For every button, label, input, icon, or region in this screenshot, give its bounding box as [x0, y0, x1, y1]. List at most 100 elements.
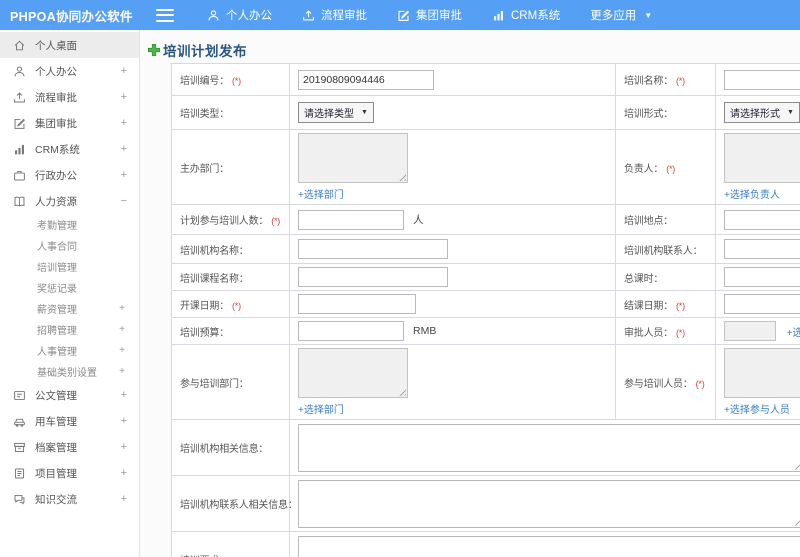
sidebar: 个人桌面 个人办公 + 流程审批 + 集团审批 + CRM系统 + 行政办公 +…: [0, 30, 140, 557]
org-contact-label: 培训机构联系人：: [615, 234, 716, 264]
host-dept-label: 主办部门：: [171, 129, 290, 205]
expand-icon[interactable]: +: [121, 493, 127, 505]
chat-icon: [12, 492, 27, 507]
expand-icon[interactable]: +: [121, 91, 127, 103]
training-name-input[interactable]: [724, 69, 800, 90]
expand-icon[interactable]: +: [121, 441, 127, 453]
book-icon: [12, 194, 27, 209]
budget-label: 培训预算：: [171, 317, 290, 345]
join-person-label: 参与培训人员： (*): [615, 344, 716, 420]
training-mode-select[interactable]: 请选择形式 ▼: [724, 102, 800, 123]
sidebar-subitem-base-category[interactable]: 基础类别设置 +: [0, 361, 139, 382]
form-row: 培训机构名称： 培训机构联系人：: [171, 234, 800, 264]
home-icon: [12, 38, 27, 53]
expand-icon[interactable]: +: [121, 169, 127, 181]
user-icon: [12, 64, 27, 79]
sidebar-subitem-personnel[interactable]: 人事管理 +: [0, 340, 139, 361]
topnav-more-apps[interactable]: 更多应用 ▼: [590, 7, 652, 23]
sidebar-subitem-salary[interactable]: 薪资管理 +: [0, 298, 139, 319]
total-hours-input[interactable]: [724, 267, 800, 287]
approver-label: 审批人员： (*): [615, 317, 716, 345]
resize-handle[interactable]: [397, 172, 406, 181]
select-join-dept-link[interactable]: +选择部门: [298, 401, 607, 416]
sidebar-item-personal-office[interactable]: 个人办公 +: [0, 58, 139, 84]
expand-icon[interactable]: +: [121, 467, 127, 479]
budget-input[interactable]: [298, 321, 404, 341]
expand-icon[interactable]: +: [119, 345, 125, 356]
sidebar-item-personal-desktop[interactable]: 个人桌面: [0, 32, 139, 58]
approver-box[interactable]: [724, 321, 776, 341]
sidebar-subitem-training[interactable]: 培训管理: [0, 256, 139, 277]
topnav-crm[interactable]: CRM系统: [492, 7, 560, 23]
expand-icon[interactable]: +: [119, 366, 125, 377]
sidebar-item-admin-office[interactable]: 行政办公 +: [0, 162, 139, 188]
join-person-box[interactable]: [724, 348, 800, 398]
resize-handle[interactable]: [792, 460, 800, 470]
hamburger-menu-icon[interactable]: [156, 8, 174, 22]
budget-unit: RMB: [413, 325, 437, 337]
bar-chart-icon: [12, 142, 27, 157]
training-name-label: 培训名称： (*): [615, 63, 716, 96]
edit-icon: [12, 116, 27, 131]
expand-icon[interactable]: +: [121, 389, 127, 401]
course-name-input[interactable]: [298, 267, 448, 287]
start-date-input[interactable]: [298, 294, 416, 314]
leader-box[interactable]: [724, 133, 800, 183]
sidebar-item-projects[interactable]: 项目管理 +: [0, 460, 139, 486]
join-dept-box[interactable]: [298, 348, 408, 398]
end-date-input[interactable]: [724, 294, 800, 314]
briefcase-icon: [12, 168, 27, 183]
expand-icon[interactable]: +: [119, 324, 125, 335]
expand-icon[interactable]: +: [119, 303, 125, 314]
upload-icon: [302, 9, 315, 22]
expand-icon[interactable]: +: [121, 65, 127, 77]
sidebar-subitem-rewards[interactable]: 奖惩记录: [0, 277, 139, 298]
org-info-textarea[interactable]: [298, 423, 800, 472]
org-contact-info-textarea[interactable]: [298, 479, 800, 528]
topnav-workflow-approval[interactable]: 流程审批: [302, 7, 367, 23]
host-dept-box[interactable]: [298, 133, 408, 183]
place-input[interactable]: [724, 209, 800, 230]
archive-icon: [12, 440, 27, 455]
org-name-label: 培训机构名称：: [171, 234, 290, 264]
join-dept-label: 参与培训部门：: [171, 344, 290, 420]
org-name-input[interactable]: [298, 239, 448, 259]
sidebar-item-knowledge[interactable]: 知识交流 +: [0, 486, 139, 512]
topnav-personal-office[interactable]: 个人办公: [207, 7, 272, 23]
requirements-textarea[interactable]: [298, 535, 800, 557]
sidebar-item-crm[interactable]: CRM系统 +: [0, 136, 139, 162]
training-number-input[interactable]: [298, 69, 434, 90]
collapse-icon[interactable]: −: [121, 195, 127, 207]
resize-handle[interactable]: [792, 516, 800, 526]
sidebar-item-group-approval[interactable]: 集团审批 +: [0, 110, 139, 136]
sidebar-item-vehicle[interactable]: 用车管理 +: [0, 408, 139, 434]
select-approver-link[interactable]: +选择审批人员: [787, 328, 800, 339]
sidebar-item-hr[interactable]: 人力资源 −: [0, 188, 139, 214]
sidebar-item-archives[interactable]: 档案管理 +: [0, 434, 139, 460]
org-contact-input[interactable]: [724, 239, 800, 259]
resize-handle[interactable]: [397, 387, 406, 396]
training-plan-form: 培训编号：(*) 培训名称：(*) 培训类型： 请选择类型▼ 培训形式： 请选择…: [171, 63, 800, 557]
select-leader-link[interactable]: +选择负责人: [724, 186, 800, 201]
expand-icon[interactable]: +: [121, 143, 127, 155]
caret-down-icon: ▼: [361, 109, 368, 116]
sidebar-item-workflow-approval[interactable]: 流程审批 +: [0, 84, 139, 110]
form-row: 培训课程名称： 总课时：: [171, 263, 800, 291]
expand-icon[interactable]: +: [121, 415, 127, 427]
select-dept-link[interactable]: +选择部门: [298, 186, 607, 201]
page-title: 培训计划发布: [147, 40, 800, 60]
app-logo: PHPOA协同办公软件: [10, 9, 133, 24]
topnav-group-approval[interactable]: 集团审批: [397, 7, 462, 23]
planned-count-input[interactable]: [298, 209, 404, 230]
sidebar-subitem-hr-contract[interactable]: 人事合同: [0, 235, 139, 256]
sidebar-item-documents[interactable]: 公文管理 +: [0, 382, 139, 408]
upload-icon: [12, 90, 27, 105]
training-type-select[interactable]: 请选择类型 ▼: [298, 102, 374, 123]
sidebar-subitem-recruit[interactable]: 招聘管理 +: [0, 319, 139, 340]
select-join-person-link[interactable]: +选择参与人员: [724, 401, 800, 416]
sidebar-subitem-attendance[interactable]: 考勤管理: [0, 214, 139, 235]
total-hours-label: 总课时：: [615, 263, 716, 291]
expand-icon[interactable]: +: [121, 117, 127, 129]
training-type-label: 培训类型：: [171, 95, 290, 130]
place-label: 培训地点：: [615, 204, 716, 235]
